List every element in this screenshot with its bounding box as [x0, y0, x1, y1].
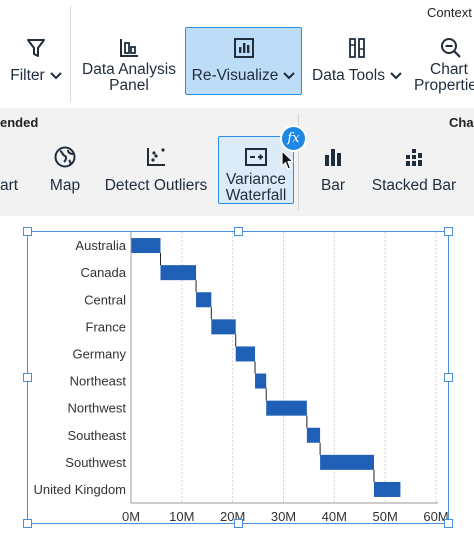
resize-handle-top-left[interactable] — [23, 227, 32, 236]
resize-handle-middle-right[interactable] — [444, 373, 453, 382]
selection-frame[interactable] — [27, 231, 449, 524]
resize-handle-top-center[interactable] — [234, 227, 243, 236]
resize-handle-middle-left[interactable] — [23, 373, 32, 382]
resize-handle-bottom-left[interactable] — [23, 519, 32, 528]
resize-handle-bottom-right[interactable] — [444, 519, 453, 528]
resize-handle-bottom-center[interactable] — [234, 519, 243, 528]
resize-handle-top-right[interactable] — [444, 227, 453, 236]
